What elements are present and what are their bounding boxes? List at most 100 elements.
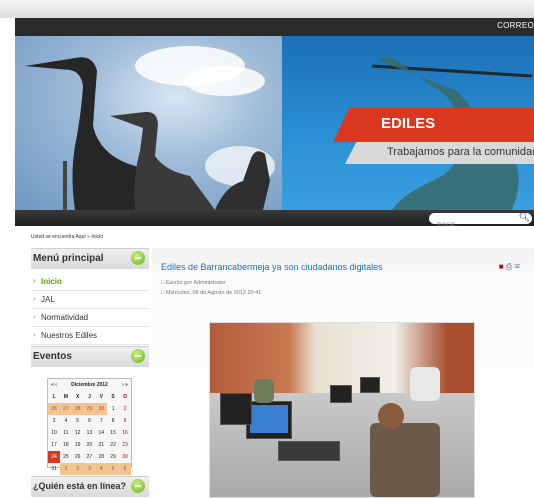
collapse-toggle-icon[interactable] [131, 349, 145, 363]
calendar-day[interactable]: 29 [83, 403, 96, 415]
monitor-shape [360, 377, 380, 393]
calendar-next-button[interactable]: › » [119, 379, 131, 391]
weekday-label: M [63, 394, 68, 400]
person-shape [370, 423, 440, 497]
monitor-shape [246, 401, 292, 439]
calendar-day[interactable]: 3 [48, 415, 60, 427]
calendar-day[interactable]: 26 [72, 451, 84, 463]
calendar-prev-button[interactable]: « ‹ [48, 379, 60, 391]
calendar-day[interactable]: 16 [119, 427, 131, 439]
menu-item-normatividad[interactable]: Normatividad [31, 309, 149, 327]
calendar-day[interactable]: 14 [95, 427, 107, 439]
calendar-week-row: 31 1 2 3 4 5 6 [48, 463, 131, 475]
calendar-icon: □ [161, 290, 165, 296]
calendar-day[interactable]: 26 [48, 403, 60, 415]
calendar-day[interactable]: 27 [84, 451, 96, 463]
calendar-week-row: 10 11 12 13 14 15 16 [48, 427, 131, 439]
user-icon: □ [161, 280, 165, 286]
calendar-day[interactable]: 17 [48, 439, 60, 451]
calendar-day[interactable]: 3 [83, 463, 96, 475]
calendar-day[interactable]: 12 [72, 427, 84, 439]
weekday-label: V [99, 394, 103, 400]
events-module-header: Eventos [31, 346, 149, 367]
bird-statues-icon [25, 57, 270, 210]
correo-link[interactable]: CORREO [497, 21, 534, 30]
banner-title-band: EDILES [333, 108, 534, 142]
calendar-nav-row: « ‹ Diciembre 2012 › » [48, 379, 131, 391]
calendar-day[interactable]: 11 [60, 427, 72, 439]
main-content: Ediles de Barrancabermeja ya son ciudada… [152, 248, 534, 498]
article-date: □ Miércoles, 09 de Agosto de 2012 20:41 [161, 288, 261, 298]
header-banner: EDILES Trabajamos para la comunidad [15, 36, 534, 210]
person-shape [410, 367, 440, 401]
calendar-weekday-row: L M X J V S D [48, 391, 131, 403]
search-box: 🔍︎ [429, 212, 532, 230]
calendar-day[interactable]: 15 [107, 427, 119, 439]
menu-module-header: Menú principal [31, 248, 149, 269]
menu-title: Menú principal [33, 253, 104, 264]
menu-item-nuestros-ediles[interactable]: Nuestros Ediles [31, 327, 149, 345]
calendar-day[interactable]: 9 [119, 415, 131, 427]
calendar-day[interactable]: 5 [72, 415, 84, 427]
calendar-day[interactable]: 4 [60, 415, 72, 427]
email-icon[interactable]: ✉ [514, 262, 520, 271]
search-icon[interactable]: 🔍︎ [519, 212, 530, 223]
main-menu: Inicio JAL Normatividad Nuestros Ediles [31, 269, 149, 345]
calendar-day[interactable]: 30 [95, 403, 108, 415]
search-input[interactable] [429, 220, 517, 230]
breadcrumb: Usted se encuentra Aquí » Inicio [31, 234, 103, 240]
events-title: Eventos [33, 351, 72, 362]
calendar-day[interactable]: 6 [119, 463, 131, 475]
calendar-month-label: Diciembre 2012 [71, 382, 108, 388]
monitor-shape [220, 393, 252, 425]
calendar-day[interactable]: 22 [107, 439, 119, 451]
calendar-day[interactable]: 4 [95, 463, 108, 475]
calendar-day[interactable]: 21 [95, 439, 107, 451]
article-title[interactable]: Ediles de Barrancabermeja ya son ciudada… [161, 262, 383, 272]
calendar-day[interactable]: 30 [119, 451, 131, 463]
menu-item-inicio[interactable]: Inicio [31, 273, 149, 291]
calendar-day[interactable]: 5 [107, 463, 119, 475]
article-meta: □ Escrito por Administrator □ Miércoles,… [161, 278, 261, 298]
banner-left-image [15, 36, 282, 210]
calendar-day[interactable]: 1 [59, 463, 72, 475]
weekday-label: J [88, 394, 91, 400]
collapse-toggle-icon[interactable] [131, 479, 145, 493]
collapse-toggle-icon[interactable] [131, 251, 145, 265]
calendar-day[interactable]: 13 [84, 427, 96, 439]
calendar-day[interactable]: 23 [119, 439, 131, 451]
pdf-icon[interactable]: ■ [499, 262, 504, 271]
calendar-day[interactable]: 2 [71, 463, 84, 475]
calendar-day[interactable]: 10 [48, 427, 60, 439]
calendar-day[interactable]: 31 [48, 463, 60, 475]
calendar-day[interactable]: 2 [119, 403, 131, 415]
print-icon[interactable]: ⎙ [506, 262, 512, 271]
calendar-day[interactable]: 6 [84, 415, 96, 427]
calendar-day[interactable]: 20 [84, 439, 96, 451]
calendar-day[interactable]: 28 [95, 451, 107, 463]
article-author-text: Escrito por Administrator [165, 280, 226, 286]
calendar-day-today[interactable]: 24 [48, 451, 60, 463]
calendar-day[interactable]: 27 [59, 403, 72, 415]
keyboard-shape [278, 441, 340, 461]
calendar-day[interactable]: 18 [60, 439, 72, 451]
weekday-label: D [123, 394, 127, 400]
calendar-day[interactable]: 1 [107, 403, 119, 415]
monitor-shape [330, 385, 352, 403]
top-gradient-strip [0, 0, 534, 18]
calendar-week-row: 3 4 5 6 7 8 9 [48, 415, 131, 427]
search-bar: 🔍︎ [15, 210, 534, 230]
banner-title: EDILES [381, 115, 436, 132]
calendar-day[interactable]: 7 [95, 415, 107, 427]
menu-item-jal[interactable]: JAL [31, 291, 149, 309]
calendar-day[interactable]: 28 [71, 403, 84, 415]
article-author: □ Escrito por Administrator [161, 278, 261, 288]
person-head-shape [378, 403, 404, 429]
calendar-day[interactable]: 19 [72, 439, 84, 451]
calendar-day[interactable]: 25 [60, 451, 72, 463]
article-photo [209, 322, 475, 498]
sidebar: Menú principal Inicio JAL Normatividad N… [31, 248, 149, 497]
calendar-day[interactable]: 29 [107, 451, 119, 463]
calendar-day[interactable]: 8 [107, 415, 119, 427]
article-date-text: Miércoles, 09 de Agosto de 2012 20:41 [165, 290, 262, 296]
